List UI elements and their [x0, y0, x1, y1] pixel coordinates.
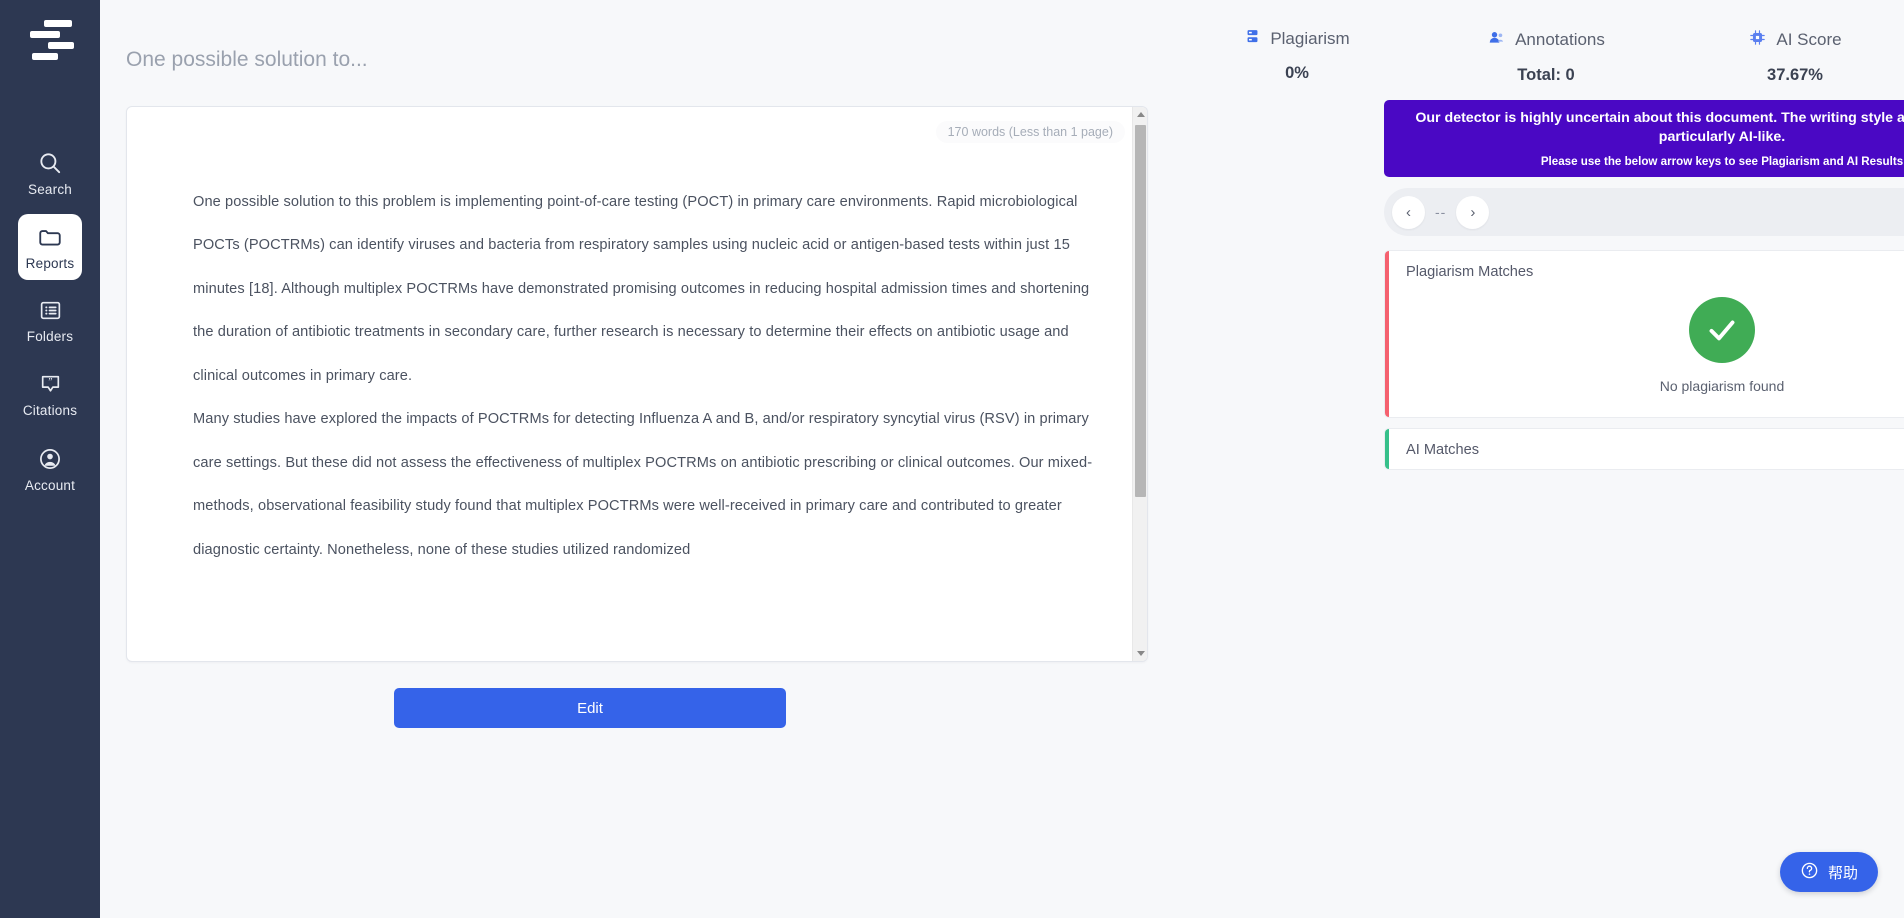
detector-banner: Our detector is highly uncertain about t… — [1384, 100, 1904, 177]
user-icon — [37, 446, 63, 472]
list-icon — [38, 298, 63, 323]
banner-sub-text: Please use the below arrow keys to see P… — [1541, 155, 1903, 168]
analysis-panel: Plagiarism 0% Annotations Total: 0 — [1192, 0, 1904, 918]
sidebar-item-label: Reports — [26, 256, 75, 271]
metric-value: 37.67% — [1767, 66, 1823, 85]
ai-panel-header[interactable]: AI Matches ◀ — [1385, 429, 1904, 470]
document-paragraph: Many studies have explored the impacts o… — [193, 398, 1111, 572]
scrollbar-thumb[interactable] — [1135, 125, 1146, 497]
document-card: 170 words (Less than 1 page) One possibl… — [126, 106, 1148, 662]
sidebar-item-label: Search — [28, 182, 72, 197]
annotations-icon — [1487, 28, 1506, 52]
scroll-down-icon[interactable] — [1133, 646, 1148, 661]
sidebar-item-search[interactable]: Search — [18, 140, 82, 206]
document-paragraph: One possible solution to this problem is… — [193, 181, 1111, 398]
page-title: One possible solution to... — [126, 48, 368, 72]
logo-bar — [48, 42, 74, 49]
help-button-label: 帮助 — [1828, 862, 1858, 883]
metrics-bar: Plagiarism 0% Annotations Total: 0 — [1192, 0, 1904, 85]
sidebar-item-label: Folders — [27, 329, 73, 344]
svg-text:”: ” — [48, 378, 52, 388]
ai-matches-panel: AI Matches ◀ — [1384, 428, 1904, 470]
plagiarism-icon — [1244, 28, 1261, 50]
sidebar-item-citations[interactable]: ” Citations — [18, 362, 82, 428]
metric-label: Plagiarism — [1270, 29, 1349, 49]
metric-value: Total: 0 — [1517, 66, 1574, 85]
plagiarism-empty-state: No plagiarism found — [1385, 293, 1904, 394]
folder-icon — [37, 224, 63, 250]
document-scrollbar[interactable] — [1132, 107, 1147, 661]
sidebar-item-label: Account — [25, 478, 75, 493]
next-match-button[interactable]: › — [1456, 196, 1489, 229]
metric-value: 0% — [1285, 64, 1309, 83]
search-icon — [37, 150, 63, 176]
logo-bar — [44, 20, 72, 27]
sidebar-item-account[interactable]: Account — [18, 436, 82, 502]
edit-button[interactable]: Edit — [394, 688, 786, 728]
metric-label: AI Score — [1776, 30, 1841, 50]
plagiarism-panel-header[interactable]: Plagiarism Matches ▼ — [1385, 251, 1904, 293]
no-plagiarism-text: No plagiarism found — [1660, 378, 1785, 394]
quote-icon: ” — [38, 372, 63, 397]
sidebar: Search Reports Folders — [0, 0, 100, 918]
metric-annotations[interactable]: Annotations Total: 0 — [1471, 28, 1621, 85]
scroll-up-icon[interactable] — [1133, 107, 1148, 122]
sidebar-item-label: Citations — [23, 403, 77, 418]
banner-main-text: Our detector is highly uncertain about t… — [1402, 109, 1904, 148]
panel-title: AI Matches — [1406, 442, 1479, 458]
logo-bar — [30, 31, 60, 38]
app-logo[interactable] — [22, 18, 78, 62]
ai-score-icon — [1748, 28, 1767, 52]
panel-title: Plagiarism Matches — [1406, 264, 1533, 280]
check-icon — [1689, 297, 1755, 363]
help-button[interactable]: 帮助 — [1780, 852, 1878, 892]
document-area: One possible solution to... 170 words (L… — [100, 0, 1192, 918]
sidebar-item-reports[interactable]: Reports — [18, 214, 82, 280]
metric-ai-score[interactable]: AI Score 37.67% — [1720, 28, 1870, 85]
question-circle-icon — [1800, 861, 1819, 884]
word-count-badge: 170 words (Less than 1 page) — [936, 121, 1125, 143]
metric-plagiarism[interactable]: Plagiarism 0% — [1222, 28, 1372, 85]
logo-bar — [32, 53, 58, 60]
plagiarism-matches-panel: Plagiarism Matches ▼ No plagiarism found — [1384, 250, 1904, 418]
match-counter: -- — [1435, 204, 1446, 220]
sidebar-item-folders[interactable]: Folders — [18, 288, 82, 354]
document-text: One possible solution to this problem is… — [193, 181, 1111, 572]
metric-label: Annotations — [1515, 30, 1605, 50]
match-navigation-bar: ‹ -- › — [1384, 188, 1904, 236]
previous-match-button[interactable]: ‹ — [1392, 196, 1425, 229]
